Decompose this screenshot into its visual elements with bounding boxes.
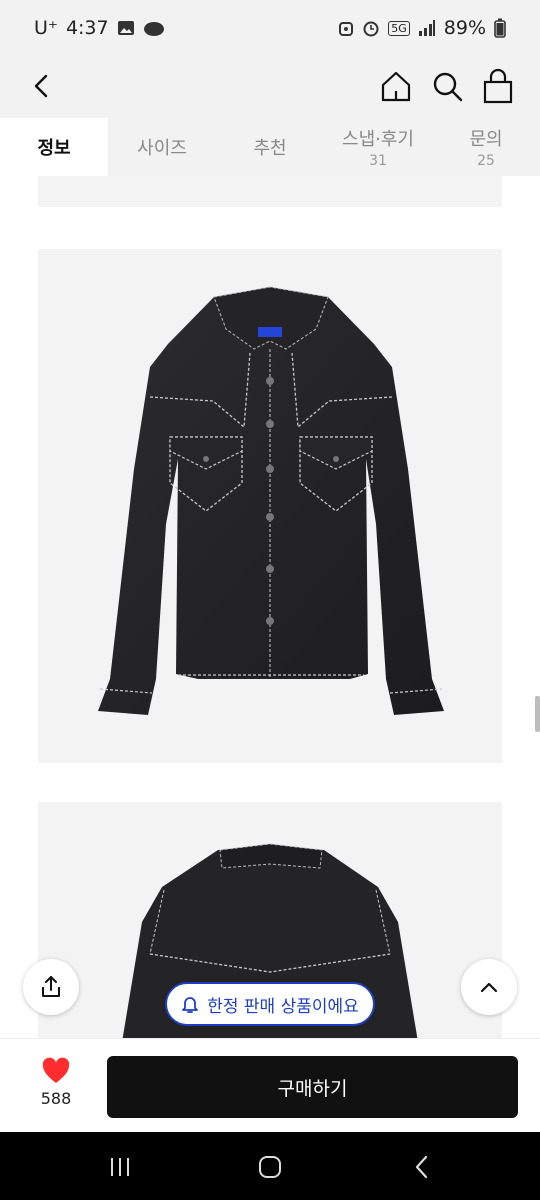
- tab-inquiry[interactable]: 문의 25: [432, 118, 540, 176]
- signal-icon: [418, 20, 435, 36]
- cart-button[interactable]: [478, 64, 518, 108]
- chevron-up-icon: [480, 982, 498, 993]
- back-arrow-icon: [34, 74, 48, 98]
- share-icon: [42, 976, 60, 997]
- shopping-bag-icon: [483, 68, 513, 104]
- product-detail-content[interactable]: [0, 176, 540, 1038]
- bell-icon: [182, 997, 199, 1013]
- clock: 4:37: [65, 17, 109, 39]
- home-nav-button[interactable]: [255, 1152, 285, 1182]
- alarm-icon: [363, 21, 379, 37]
- tab-snap-review[interactable]: 스냅·후기 31: [324, 118, 432, 176]
- limited-sale-notice[interactable]: 한정 판매 상품이에요: [165, 982, 375, 1026]
- tab-label: 추천: [253, 138, 287, 159]
- system-navigation-bar: [0, 1132, 540, 1200]
- app-header: [0, 56, 540, 118]
- purchase-bar: 588 구매하기: [0, 1038, 540, 1132]
- scrollbar-handle[interactable]: [535, 696, 540, 732]
- back-nav-button[interactable]: [407, 1152, 437, 1182]
- product-image-front: [38, 249, 502, 763]
- back-button[interactable]: [22, 64, 62, 108]
- tab-label: 문의: [469, 129, 503, 150]
- like-count: 588: [40, 1089, 72, 1108]
- tab-recommend[interactable]: 추천: [216, 118, 324, 176]
- home-icon: [381, 71, 411, 102]
- battery-percent: 89%: [443, 17, 486, 39]
- heart-icon: [42, 1057, 70, 1083]
- previous-image-bottom: [38, 176, 502, 207]
- battery-icon: [494, 18, 506, 38]
- tab-bar: 정보 사이즈 추천 스냅·후기 31 문의 25: [0, 118, 540, 176]
- carrier-label: U⁺: [34, 17, 58, 39]
- scroll-top-button[interactable]: [461, 959, 517, 1015]
- search-button[interactable]: [427, 64, 467, 108]
- tab-count: 31: [369, 153, 387, 169]
- home-nav-icon: [259, 1156, 281, 1178]
- search-icon: [433, 72, 463, 102]
- buy-button[interactable]: 구매하기: [107, 1056, 518, 1118]
- recent-apps-button[interactable]: [105, 1152, 135, 1182]
- tab-label: 정보: [37, 138, 71, 159]
- buy-button-label: 구매하기: [277, 1077, 348, 1100]
- tab-size[interactable]: 사이즈: [108, 118, 216, 176]
- tab-label: 스냅·후기: [342, 129, 414, 150]
- gallery-icon: [117, 21, 134, 35]
- shirt-front-illustration: [98, 286, 444, 715]
- share-button[interactable]: [23, 959, 79, 1015]
- cloud-icon: [143, 22, 164, 36]
- recent-apps-icon: [111, 1158, 129, 1176]
- network-badge: 5G: [388, 20, 410, 36]
- tab-label: 사이즈: [137, 138, 187, 159]
- like-button[interactable]: 588: [22, 1057, 90, 1108]
- alarm-badge-icon: [339, 22, 354, 36]
- status-bar: U⁺ 4:37 5G 89%: [0, 0, 540, 56]
- back-nav-icon: [415, 1155, 428, 1179]
- home-button[interactable]: [376, 64, 416, 108]
- tab-info[interactable]: 정보: [0, 118, 108, 176]
- tab-count: 25: [477, 153, 495, 169]
- notice-label: 한정 판매 상품이에요: [207, 996, 359, 1017]
